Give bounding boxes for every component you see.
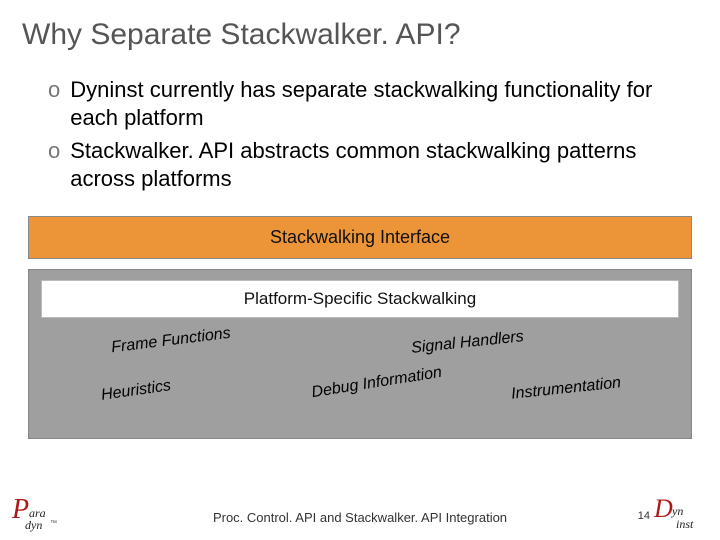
footer: Proc. Control. API and Stackwalker. API … — [0, 494, 720, 540]
tilt-row-2: Heuristics Debug Information Instrumenta… — [41, 376, 679, 416]
label-frame-functions: Frame Functions — [110, 325, 231, 357]
bullet-marker: o — [48, 137, 60, 192]
bullet-item: o Stackwalker. API abstracts common stac… — [48, 137, 700, 192]
bullet-text: Stackwalker. API abstracts common stackw… — [70, 137, 700, 192]
bullet-text: Dyninst currently has separate stackwalk… — [70, 76, 700, 131]
paradyn-logo: P ara dyn ™ — [12, 498, 72, 534]
platform-box: Platform-Specific Stackwalking Frame Fun… — [28, 269, 692, 439]
bullet-marker: o — [48, 76, 60, 131]
footer-text: Proc. Control. API and Stackwalker. API … — [213, 510, 507, 525]
label-heuristics: Heuristics — [100, 377, 172, 405]
bullet-item: o Dyninst currently has separate stackwa… — [48, 76, 700, 131]
page-number: 14 — [638, 510, 650, 522]
bullet-list: o Dyninst currently has separate stackwa… — [0, 52, 720, 192]
interface-box: Stackwalking Interface — [28, 216, 692, 259]
diagram-area: Stackwalking Interface Platform-Specific… — [0, 198, 720, 439]
tilt-row-1: Frame Functions Signal Handlers — [41, 332, 679, 372]
label-instrumentation: Instrumentation — [510, 374, 622, 403]
slide-title: Why Separate Stackwalker. API? — [0, 0, 720, 52]
label-signal-handlers: Signal Handlers — [410, 328, 524, 358]
paradyn-dyn: dyn — [25, 518, 42, 533]
dyninst-logo: D yn inst — [654, 498, 710, 534]
dyninst-d-icon: D — [654, 494, 673, 524]
trademark-icon: ™ — [50, 520, 57, 527]
platform-box-title: Platform-Specific Stackwalking — [41, 280, 679, 318]
dyninst-inst: inst — [676, 517, 693, 532]
